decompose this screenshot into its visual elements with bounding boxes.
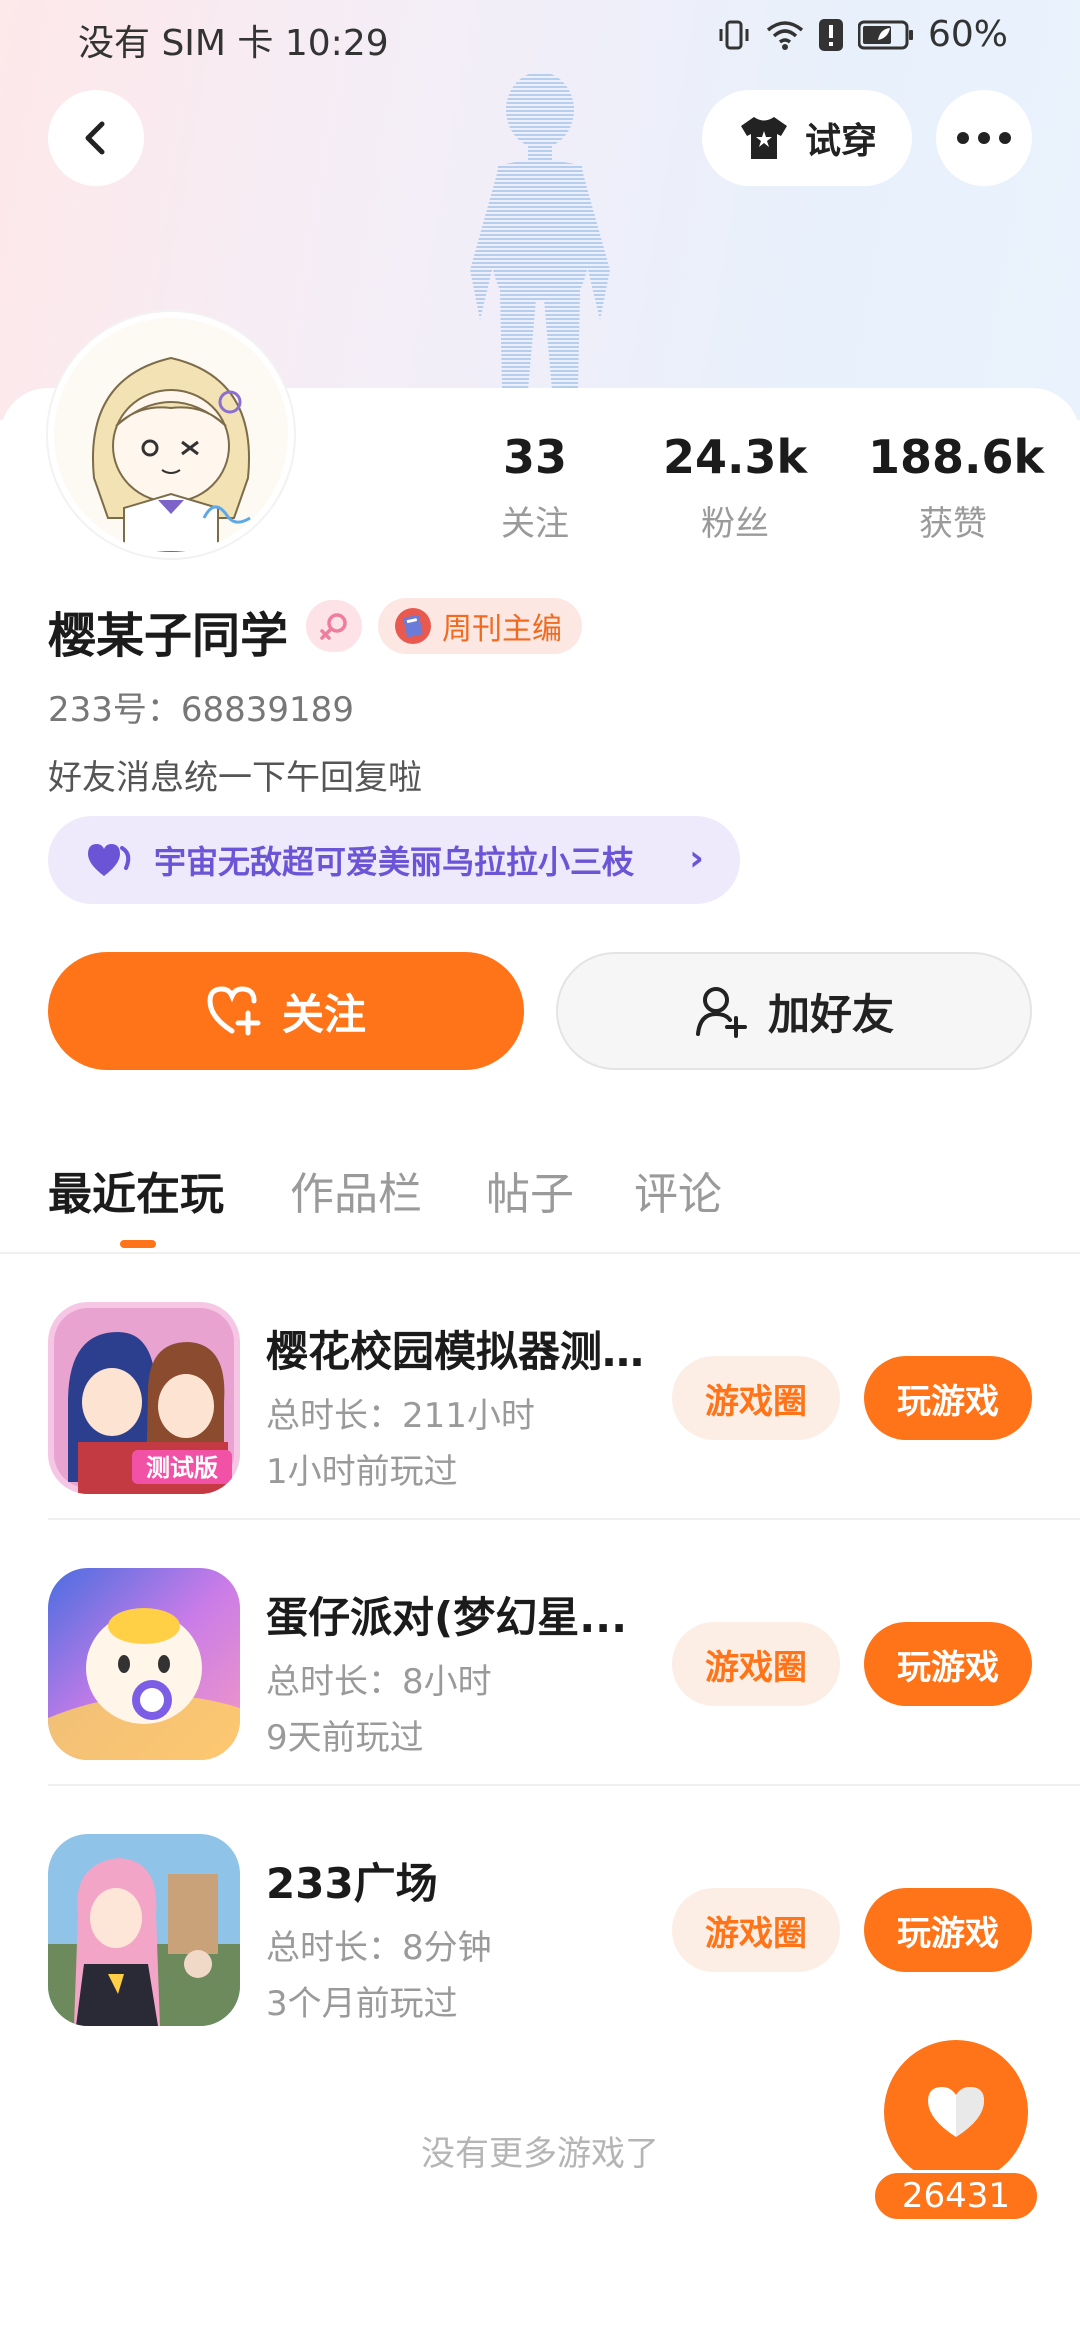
game-duration: 总时长：211小时 xyxy=(266,1396,535,1436)
follow-button[interactable]: 关注 xyxy=(48,952,524,1070)
bond-pill[interactable]: 宇宙无敌超可爱美丽乌拉拉小三枝 › xyxy=(48,816,740,904)
game-title: 233广场 xyxy=(266,1859,438,1908)
alert-icon xyxy=(818,18,843,51)
back-button[interactable] xyxy=(48,90,144,186)
tshirt-icon xyxy=(740,117,787,159)
try-on-button[interactable]: 试穿 xyxy=(702,90,912,186)
profile-tabs: 最近在玩 作品栏 帖子 评论 xyxy=(0,1150,1080,1252)
editor-badge[interactable]: 周刊主编 xyxy=(378,598,582,654)
heart-bond-icon xyxy=(88,844,131,876)
game-title: 蛋仔派对(梦幻星... xyxy=(266,1593,628,1642)
editor-badge-label: 周刊主编 xyxy=(442,612,562,647)
bond-name: 宇宙无敌超可爱美丽乌拉拉小三枝 xyxy=(154,843,635,881)
stat-following[interactable]: 33 关注 xyxy=(470,430,600,545)
following-count: 33 xyxy=(502,430,567,484)
more-dots-icon xyxy=(957,132,1011,144)
game-last-played: 3个月前玩过 xyxy=(266,1984,458,2024)
game-icon-eggy-party[interactable] xyxy=(48,1568,240,1760)
game-duration: 总时长：8分钟 xyxy=(266,1928,492,1968)
play-game-button[interactable]: 玩游戏 xyxy=(864,1622,1032,1706)
game-row[interactable]: 233广场 总时长：8分钟 3个月前玩过 游戏圈 玩游戏 xyxy=(0,1786,1080,2052)
chevron-right-icon: › xyxy=(689,838,704,879)
avatar-illustration xyxy=(54,318,288,552)
game-circle-button[interactable]: 游戏圈 xyxy=(672,1356,840,1440)
game-row[interactable]: 蛋仔派对(梦幻星... 总时长：8小时 9天前玩过 游戏圈 玩游戏 xyxy=(0,1520,1080,1786)
game-circle-button[interactable]: 游戏圈 xyxy=(672,1622,840,1706)
wifi-icon xyxy=(766,20,804,50)
fans-label: 粉丝 xyxy=(701,504,769,544)
avatar[interactable] xyxy=(48,312,294,558)
battery-icon xyxy=(857,20,913,49)
avatar-3d-figure[interactable] xyxy=(440,70,640,390)
follow-label: 关注 xyxy=(281,989,366,1039)
chevron-left-icon xyxy=(85,121,105,155)
clock: 10:29 xyxy=(284,23,389,64)
game-icon-233-square[interactable] xyxy=(48,1834,240,2026)
user-bio: 好友消息统一下午回复啦 xyxy=(48,758,422,798)
heart-plus-icon xyxy=(207,986,261,1036)
like-count: 26431 xyxy=(872,2170,1040,2222)
stat-fans[interactable]: 24.3k 粉丝 xyxy=(660,430,810,545)
more-options-button[interactable] xyxy=(936,90,1032,186)
magazine-badge-icon xyxy=(395,608,431,644)
game-last-played: 1小时前玩过 xyxy=(266,1452,458,1492)
tab-works[interactable]: 作品栏 xyxy=(290,1158,422,1222)
play-game-button[interactable]: 玩游戏 xyxy=(864,1356,1032,1440)
play-game-button[interactable]: 玩游戏 xyxy=(864,1888,1032,1972)
svg-text:测试版: 测试版 xyxy=(146,1454,218,1482)
following-label: 关注 xyxy=(501,504,569,544)
tab-posts[interactable]: 帖子 xyxy=(486,1158,574,1222)
try-on-label: 试穿 xyxy=(804,121,877,162)
add-friend-button[interactable]: 加好友 xyxy=(556,952,1032,1070)
active-tab-indicator xyxy=(120,1240,156,1248)
fans-count: 24.3k xyxy=(662,430,808,484)
tab-recent-play[interactable]: 最近在玩 xyxy=(48,1158,224,1222)
tab-comments[interactable]: 评论 xyxy=(634,1158,722,1222)
game-duration: 总时长：8小时 xyxy=(266,1662,492,1702)
likes-count: 188.6k xyxy=(868,430,1045,484)
game-last-played: 9天前玩过 xyxy=(266,1718,424,1758)
vibrate-icon xyxy=(719,20,749,49)
add-friend-label: 加好友 xyxy=(767,989,894,1039)
game-circle-button[interactable]: 游戏圈 xyxy=(672,1888,840,1972)
user-id: 233号：68839189 xyxy=(48,690,354,730)
gender-female-icon xyxy=(306,600,362,652)
battery-level: 60% xyxy=(927,14,1008,55)
stat-likes[interactable]: 188.6k 获赞 xyxy=(868,430,1045,545)
game-title: 樱花校园模拟器测... xyxy=(266,1327,648,1376)
heart-icon xyxy=(928,2087,984,2137)
user-plus-icon xyxy=(695,987,747,1038)
carrier-label: 没有 SIM 卡 xyxy=(78,23,274,64)
status-bar: 没有 SIM 卡 10:29 60% xyxy=(0,0,1080,72)
likes-label: 获赞 xyxy=(919,504,987,544)
status-carrier-time: 没有 SIM 卡 10:29 xyxy=(78,14,389,66)
game-row[interactable]: 测试版 樱花校园模拟器测... 总时长：211小时 1小时前玩过 游戏圈 玩游戏 xyxy=(0,1254,1080,1520)
game-icon-sakura[interactable]: 测试版 xyxy=(48,1302,240,1494)
like-fab-button[interactable] xyxy=(884,2040,1028,2184)
username: 樱某子同学 xyxy=(48,608,289,664)
